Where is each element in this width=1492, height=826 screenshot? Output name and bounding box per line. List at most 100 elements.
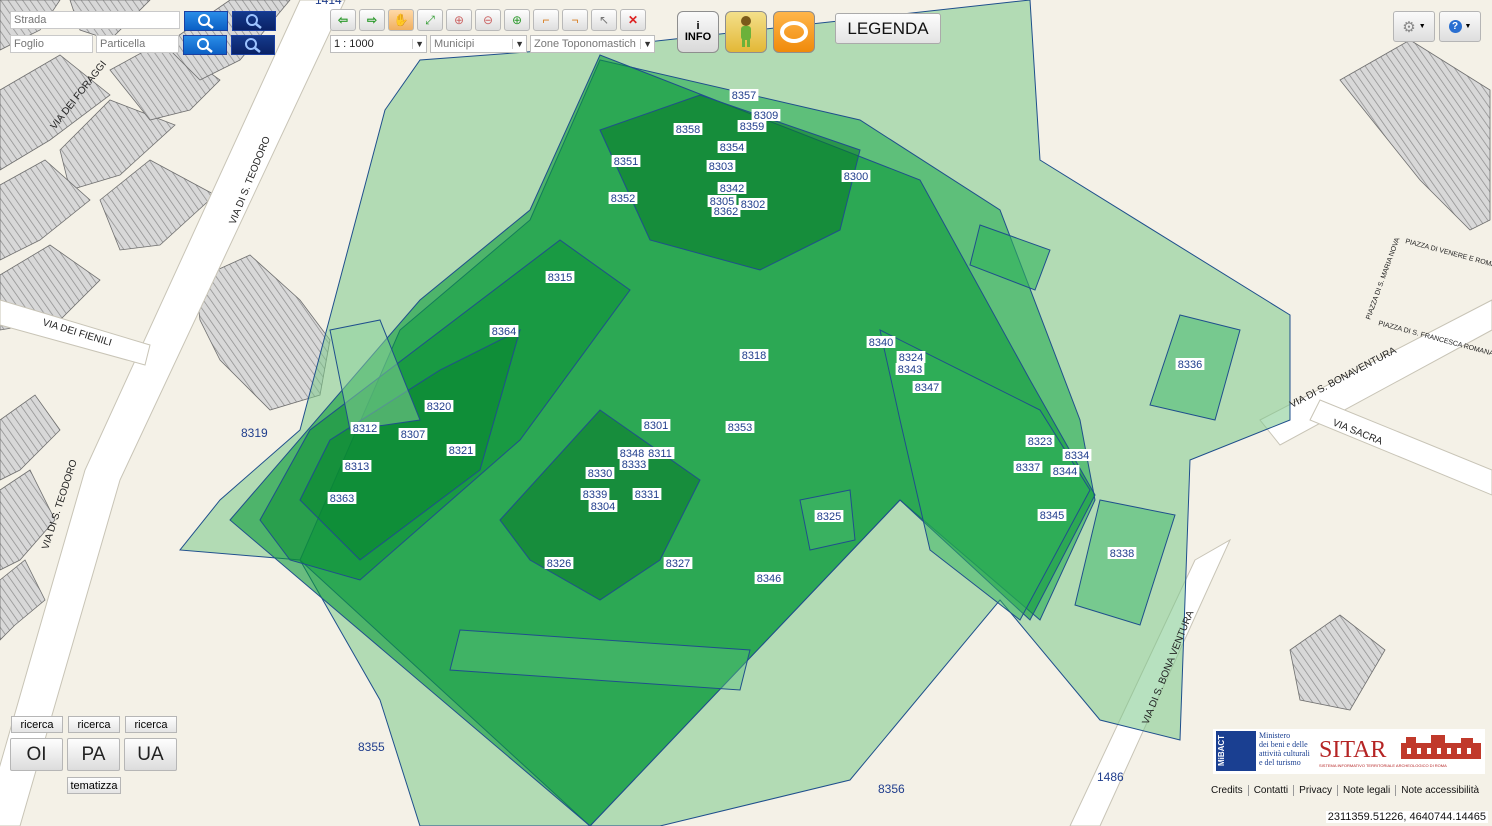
mibact-logo[interactable]: MiBACT Ministero dei beni e delle attività… [1216, 731, 1314, 771]
note-accessibilita-link[interactable]: Note accessibilità [1396, 785, 1484, 796]
unit-label-8358[interactable]: 8358 [673, 123, 703, 136]
unit-label-8326[interactable]: 8326 [544, 557, 574, 570]
select-button[interactable]: ↖ [591, 9, 617, 31]
unit-label-8325[interactable]: 8325 [814, 510, 844, 523]
unit-label-8353[interactable]: 8353 [725, 421, 755, 434]
settings-menu-button[interactable]: ⚙ ▼ [1393, 11, 1435, 42]
unit-label-8363[interactable]: 8363 [327, 492, 357, 505]
unit-label-8344[interactable]: 8344 [1050, 465, 1080, 478]
unit-label-8300[interactable]: 8300 [841, 170, 871, 183]
unit-label-8347[interactable]: 8347 [912, 381, 942, 394]
clear-button[interactable]: ✕ [620, 9, 646, 31]
help-menu-button[interactable]: ? ▼ [1439, 11, 1481, 42]
unit-label-8323[interactable]: 8323 [1025, 435, 1055, 448]
sitar-subtitle: SISTEMA INFORMATIVO TERRITORIALE ARCHEOL… [1319, 763, 1447, 768]
zoom-in-button[interactable]: ⊕ [446, 9, 472, 31]
sitar-logo[interactable]: SITAR SISTEMA INFORMATIVO TERRITORIALE A… [1319, 733, 1485, 771]
unit-label-8318[interactable]: 8318 [739, 349, 769, 362]
zone-select[interactable]: Zone Toponomastich ▼ [530, 35, 655, 53]
unit-label-8340[interactable]: 8340 [866, 336, 896, 349]
institution-logos: MiBACT Ministero dei beni e delle attività… [1213, 729, 1485, 774]
measure-distance-button[interactable]: ⌐ [533, 9, 559, 31]
unit-label-8330[interactable]: 8330 [585, 467, 615, 480]
unit-label-8343[interactable]: 8343 [895, 363, 925, 376]
tematizza-button[interactable]: tematizza [67, 777, 121, 794]
unit-label-8321[interactable]: 8321 [446, 444, 476, 457]
unit-label-8357[interactable]: 8357 [729, 89, 759, 102]
unit-label-8331[interactable]: 8331 [632, 488, 662, 501]
unit-label-8342[interactable]: 8342 [717, 182, 747, 195]
full-extent-button[interactable]: ⤢ [417, 9, 443, 31]
unit-label-8359[interactable]: 8359 [737, 120, 767, 133]
bing-logo-icon [780, 21, 808, 43]
privacy-link[interactable]: Privacy [1294, 785, 1338, 796]
zoom-selection-button[interactable]: ⊕ [504, 9, 530, 31]
unit-label-8315[interactable]: 8315 [545, 271, 575, 284]
catasto-advanced-search-button[interactable] [231, 35, 275, 55]
unit-label-8324[interactable]: 8324 [896, 351, 926, 364]
strada-input[interactable] [10, 11, 180, 29]
ricerca-ua-button[interactable]: ricerca [125, 716, 177, 733]
map-canvas[interactable]: VIA DEI FORAGGI VIA DI S. TEODORO VIA DE… [0, 0, 1492, 826]
contatti-link[interactable]: Contatti [1249, 785, 1295, 796]
municipi-select[interactable]: Municipi ▼ [430, 35, 527, 53]
unit-label-text: 8311 [648, 448, 672, 460]
unit-label-8346[interactable]: 8346 [754, 572, 784, 585]
strada-advanced-search-button[interactable] [232, 11, 276, 31]
unit-label-text: 8304 [591, 501, 615, 513]
unit-label-8362[interactable]: 8362 [711, 205, 741, 218]
search-icon [245, 38, 261, 53]
unit-label-8364[interactable]: 8364 [489, 325, 519, 338]
oi-button[interactable]: OI [10, 738, 63, 771]
unit-label-text: 8313 [345, 461, 369, 473]
forward-button[interactable]: ⇨ [359, 9, 385, 31]
unit-label-8312[interactable]: 8312 [350, 422, 380, 435]
ricerca-pa-button[interactable]: ricerca [68, 716, 120, 733]
street-view-button[interactable] [725, 11, 767, 53]
zoom-in-icon: ⊕ [453, 13, 465, 27]
unit-label-8303[interactable]: 8303 [706, 160, 736, 173]
unit-label-text: 8326 [547, 558, 571, 570]
scale-value: 1 : 1000 [334, 38, 374, 50]
unit-label-8320[interactable]: 8320 [424, 400, 454, 413]
note-legali-link[interactable]: Note legali [1338, 785, 1397, 796]
back-button[interactable]: ⇦ [330, 9, 356, 31]
foglio-input[interactable] [10, 35, 93, 53]
unit-label-8336[interactable]: 8336 [1175, 358, 1205, 371]
unit-label-8337[interactable]: 8337 [1013, 461, 1043, 474]
chevron-down-icon: ▼ [412, 39, 424, 49]
scale-select[interactable]: 1 : 1000 ▼ [330, 35, 427, 53]
unit-label-8351[interactable]: 8351 [611, 155, 641, 168]
unit-label-8352[interactable]: 8352 [608, 192, 638, 205]
bing-maps-button[interactable] [773, 11, 815, 53]
unit-label-8311[interactable]: 8311 [645, 447, 675, 460]
unit-label-8313[interactable]: 8313 [342, 460, 372, 473]
zoom-out-button[interactable]: ⊖ [475, 9, 501, 31]
ricerca-oi-button[interactable]: ricerca [11, 716, 63, 733]
unit-label-8334[interactable]: 8334 [1062, 449, 1092, 462]
legend-button[interactable]: LEGENDA [835, 13, 941, 44]
unit-label-8307[interactable]: 8307 [398, 428, 428, 441]
area-8319: 8319 [241, 426, 268, 440]
selector-row: 1 : 1000 ▼ Municipi ▼ Zone Toponomastich… [330, 35, 655, 53]
pa-button[interactable]: PA [67, 738, 120, 771]
map-toolbar: ⇦ ⇨ ✋ ⤢ ⊕ ⊖ ⊕ ⌐ ¬ ↖ ✕ [330, 9, 646, 31]
credits-link[interactable]: Credits [1206, 785, 1249, 796]
unit-label-8354[interactable]: 8354 [717, 141, 747, 154]
unit-label-8302[interactable]: 8302 [738, 198, 768, 211]
particella-input[interactable] [96, 35, 179, 53]
ua-button[interactable]: UA [124, 738, 177, 771]
unit-label-8333[interactable]: 8333 [619, 458, 649, 471]
catasto-search-button[interactable] [183, 35, 227, 55]
unit-label-8327[interactable]: 8327 [663, 557, 693, 570]
measure-area-button[interactable]: ¬ [562, 9, 588, 31]
unit-label-text: 8312 [353, 423, 377, 435]
info-button[interactable]: i INFO [677, 11, 719, 53]
unit-label-8304[interactable]: 8304 [588, 500, 618, 513]
unit-label-8339[interactable]: 8339 [580, 488, 610, 501]
unit-label-8345[interactable]: 8345 [1037, 509, 1067, 522]
unit-label-8338[interactable]: 8338 [1107, 547, 1137, 560]
pan-button[interactable]: ✋ [388, 9, 414, 31]
strada-search-button[interactable] [184, 11, 228, 31]
unit-label-8301[interactable]: 8301 [641, 419, 671, 432]
